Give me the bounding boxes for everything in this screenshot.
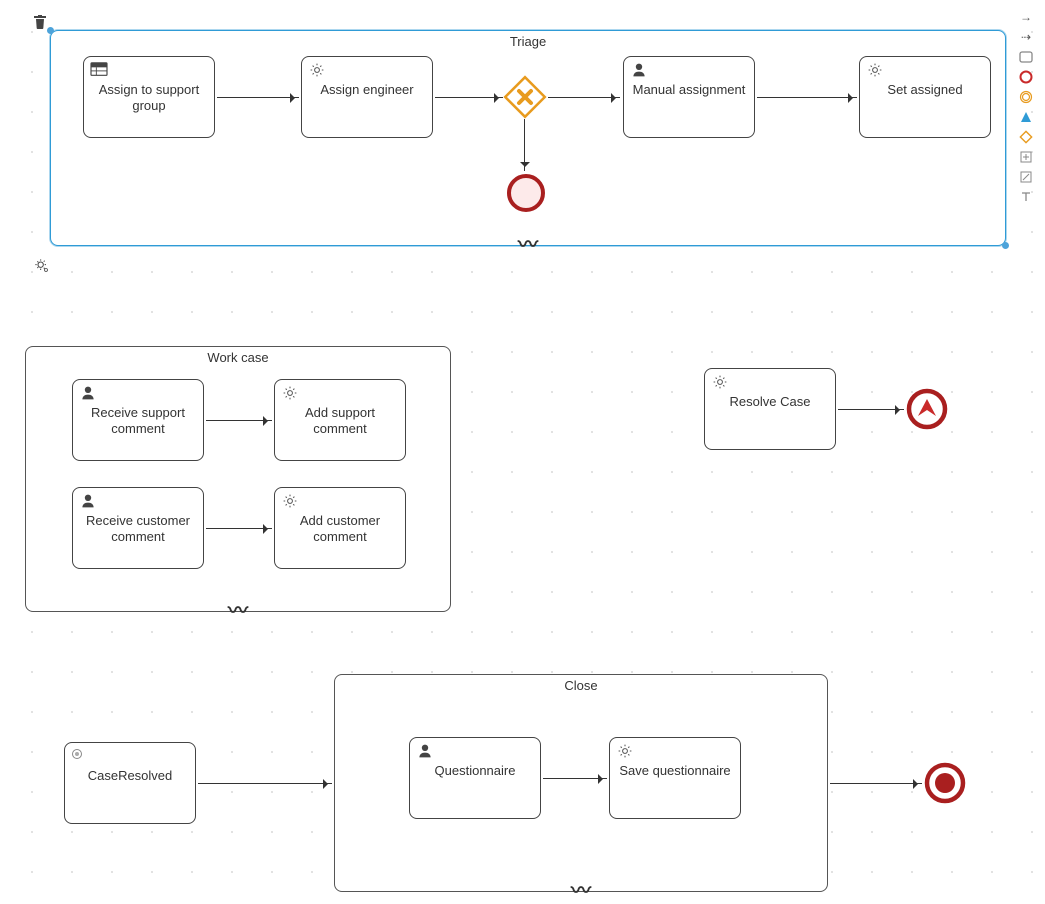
sequence-flow[interactable] xyxy=(548,97,620,98)
user-task-icon xyxy=(416,743,434,759)
subprocess-label: Close xyxy=(335,678,827,693)
task-case-resolved[interactable]: CaseResolved xyxy=(64,742,196,824)
task-save-questionnaire[interactable]: Save questionnaire xyxy=(609,737,741,819)
sequence-flow[interactable] xyxy=(435,97,503,98)
task-questionnaire[interactable]: Questionnaire xyxy=(409,737,541,819)
service-task-icon xyxy=(711,374,729,390)
task-label: Questionnaire xyxy=(416,763,534,779)
task-set-assigned[interactable]: Set assigned xyxy=(859,56,991,138)
sequence-flow[interactable] xyxy=(198,783,332,784)
exclusive-gateway[interactable] xyxy=(503,75,547,119)
task-marker-icon xyxy=(72,749,82,759)
task-receive-customer-comment[interactable]: Receive customer comment xyxy=(72,487,204,569)
subprocess-workcase[interactable]: Work case 〰 Receive support comment Add … xyxy=(25,346,451,612)
business-rule-task-icon xyxy=(90,62,108,78)
task-label: Receive support comment xyxy=(79,405,197,436)
error-end-event[interactable] xyxy=(506,173,546,213)
service-task-icon xyxy=(616,743,634,759)
palette-text-icon[interactable] xyxy=(1017,190,1035,204)
subprocess-triage[interactable]: Triage 〰 Assign to support group Assign … xyxy=(50,30,1006,246)
user-task-icon xyxy=(630,62,648,78)
escalation-end-event[interactable] xyxy=(906,388,948,430)
adhoc-marker-icon: 〰 xyxy=(518,235,538,255)
task-label: Save questionnaire xyxy=(616,763,734,779)
adhoc-marker-icon: 〰 xyxy=(571,881,591,901)
bpmn-canvas[interactable]: Triage 〰 Assign to support group Assign … xyxy=(0,0,1045,904)
palette-gateway-icon[interactable] xyxy=(1017,130,1035,144)
task-label: Manual assignment xyxy=(630,82,748,98)
palette-solid-flow-icon[interactable]: → xyxy=(1017,10,1035,24)
selection-handle[interactable] xyxy=(1002,242,1009,249)
adhoc-marker-icon: 〰 xyxy=(228,601,248,621)
task-add-support-comment[interactable]: Add support comment xyxy=(274,379,406,461)
palette-task-icon[interactable] xyxy=(1017,50,1035,64)
service-task-icon xyxy=(281,385,299,401)
palette-intermediate-event-icon[interactable] xyxy=(1017,90,1035,104)
task-label: Assign to support group xyxy=(90,82,208,113)
task-assign-support-group[interactable]: Assign to support group xyxy=(83,56,215,138)
task-label: Assign engineer xyxy=(308,82,426,98)
service-task-icon xyxy=(866,62,884,78)
sequence-flow[interactable] xyxy=(757,97,857,98)
palette-dashed-flow-icon[interactable]: ⇢ xyxy=(1017,30,1035,44)
task-receive-support-comment[interactable]: Receive support comment xyxy=(72,379,204,461)
service-task-icon xyxy=(308,62,326,78)
task-label: Set assigned xyxy=(866,82,984,98)
sequence-flow[interactable] xyxy=(543,778,607,779)
task-label: CaseResolved xyxy=(71,768,189,784)
user-task-icon xyxy=(79,493,97,509)
sequence-flow[interactable] xyxy=(217,97,299,98)
sequence-flow[interactable] xyxy=(206,528,272,529)
task-label: Add support comment xyxy=(281,405,399,436)
user-task-icon xyxy=(79,385,97,401)
delete-icon[interactable] xyxy=(32,14,48,30)
task-label: Resolve Case xyxy=(711,394,829,410)
settings-icon[interactable] xyxy=(34,258,50,274)
sequence-flow[interactable] xyxy=(206,420,272,421)
subprocess-close[interactable]: Close 〰 Questionnaire Save questionnaire xyxy=(334,674,828,892)
subprocess-label: Work case xyxy=(26,350,450,365)
task-manual-assignment[interactable]: Manual assignment xyxy=(623,56,755,138)
task-assign-engineer[interactable]: Assign engineer xyxy=(301,56,433,138)
selection-handle[interactable] xyxy=(47,27,54,34)
sequence-flow[interactable] xyxy=(830,783,922,784)
palette-expand-icon[interactable] xyxy=(1017,150,1035,164)
service-task-icon xyxy=(281,493,299,509)
task-label: Receive customer comment xyxy=(79,513,197,544)
task-resolve-case[interactable]: Resolve Case xyxy=(704,368,836,450)
terminate-end-event[interactable] xyxy=(924,762,966,804)
sequence-flow[interactable] xyxy=(838,409,904,410)
palette-escalation-icon[interactable] xyxy=(1017,110,1035,124)
palette-end-event-icon[interactable] xyxy=(1017,70,1035,84)
subprocess-label: Triage xyxy=(51,34,1005,49)
context-palette: → ⇢ xyxy=(1013,10,1039,204)
sequence-flow[interactable] xyxy=(524,119,525,171)
task-label: Add customer comment xyxy=(281,513,399,544)
task-add-customer-comment[interactable]: Add customer comment xyxy=(274,487,406,569)
palette-annotation-icon[interactable] xyxy=(1017,170,1035,184)
